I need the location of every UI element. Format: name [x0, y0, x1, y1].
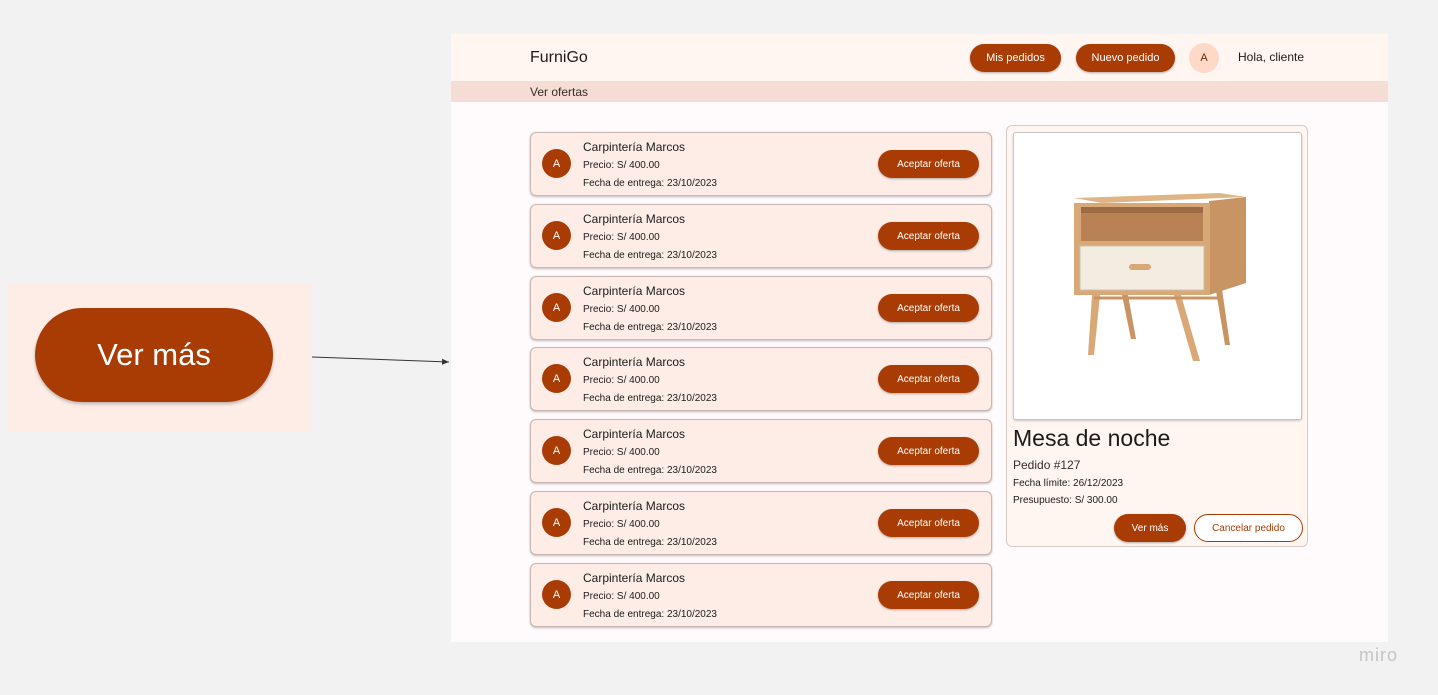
provider-name: Carpintería Marcos: [583, 571, 686, 585]
provider-name: Carpintería Marcos: [583, 140, 686, 154]
offer-card: A Carpintería Marcos Precio: S/ 400.00 F…: [530, 132, 992, 196]
provider-name: Carpintería Marcos: [583, 499, 686, 513]
offer-price: Precio: S/ 400.00: [583, 519, 660, 530]
top-app-bar: FurniGo Mis pedidos Nuevo pedido A Hola,…: [451, 34, 1388, 81]
offer-price: Precio: S/ 400.00: [583, 447, 660, 458]
accept-offer-button[interactable]: Aceptar oferta: [878, 581, 979, 609]
offer-price: Precio: S/ 400.00: [583, 304, 660, 315]
offer-delivery-date: Fecha de entrega: 23/10/2023: [583, 537, 717, 548]
offer-card: A Carpintería Marcos Precio: S/ 400.00 F…: [530, 563, 992, 627]
provider-name: Carpintería Marcos: [583, 284, 686, 298]
offer-delivery-date: Fecha de entrega: 23/10/2023: [583, 465, 717, 476]
offer-card: A Carpintería Marcos Precio: S/ 400.00 F…: [530, 491, 992, 555]
offer-delivery-date: Fecha de entrega: 23/10/2023: [583, 393, 717, 404]
brand-logo[interactable]: FurniGo: [530, 49, 588, 67]
offer-price: Precio: S/ 400.00: [583, 375, 660, 386]
order-number: Pedido #127: [1013, 458, 1081, 472]
provider-name: Carpintería Marcos: [583, 355, 686, 369]
provider-avatar: A: [542, 364, 571, 393]
provider-avatar: A: [542, 580, 571, 609]
order-detail-card: Mesa de noche Pedido #127 Fecha límite: …: [1006, 125, 1308, 547]
offer-price: Precio: S/ 400.00: [583, 160, 660, 171]
offer-delivery-date: Fecha de entrega: 23/10/2023: [583, 178, 717, 189]
accept-offer-button[interactable]: Aceptar oferta: [878, 294, 979, 322]
offer-delivery-date: Fecha de entrega: 23/10/2023: [583, 322, 717, 333]
user-greeting: Hola, cliente: [1238, 50, 1305, 64]
offer-delivery-date: Fecha de entrega: 23/10/2023: [583, 609, 717, 620]
provider-avatar: A: [542, 508, 571, 537]
offer-card: A Carpintería Marcos Precio: S/ 400.00 F…: [530, 276, 992, 340]
provider-avatar: A: [542, 293, 571, 322]
accept-offer-button[interactable]: Aceptar oferta: [878, 150, 979, 178]
nightstand-image-icon: [1074, 193, 1246, 361]
offer-delivery-date: Fecha de entrega: 23/10/2023: [583, 250, 717, 261]
offer-price: Precio: S/ 400.00: [583, 232, 660, 243]
ver-mas-button[interactable]: Ver más: [1114, 514, 1186, 542]
page-title: Ver ofertas: [530, 85, 589, 99]
offer-card: A Carpintería Marcos Precio: S/ 400.00 F…: [530, 347, 992, 411]
order-deadline: Fecha límite: 26/12/2023: [1013, 478, 1124, 489]
provider-name: Carpintería Marcos: [583, 212, 686, 226]
provider-avatar: A: [542, 149, 571, 178]
offer-price: Precio: S/ 400.00: [583, 591, 660, 602]
product-title: Mesa de noche: [1013, 425, 1171, 451]
offer-card: A Carpintería Marcos Precio: S/ 400.00 F…: [530, 419, 992, 483]
user-avatar[interactable]: A: [1189, 43, 1219, 73]
offer-card: A Carpintería Marcos Precio: S/ 400.00 F…: [530, 204, 992, 268]
provider-avatar: A: [542, 436, 571, 465]
accept-offer-button[interactable]: Aceptar oferta: [878, 437, 979, 465]
new-order-button[interactable]: Nuevo pedido: [1076, 44, 1175, 72]
accept-offer-button[interactable]: Aceptar oferta: [878, 222, 979, 250]
accept-offer-button[interactable]: Aceptar oferta: [878, 365, 979, 393]
provider-name: Carpintería Marcos: [583, 427, 686, 441]
accept-offer-button[interactable]: Aceptar oferta: [878, 509, 979, 537]
sub-header: Ver ofertas: [451, 81, 1388, 102]
product-image: [1013, 132, 1302, 420]
cancel-order-button[interactable]: Cancelar pedido: [1194, 514, 1303, 542]
order-budget: Presupuesto: S/ 300.00: [1013, 495, 1118, 506]
my-orders-button[interactable]: Mis pedidos: [970, 44, 1061, 72]
miro-watermark: miro: [1359, 645, 1398, 665]
provider-avatar: A: [542, 221, 571, 250]
app-frame: FurniGo Mis pedidos Nuevo pedido A Hola,…: [451, 34, 1388, 642]
